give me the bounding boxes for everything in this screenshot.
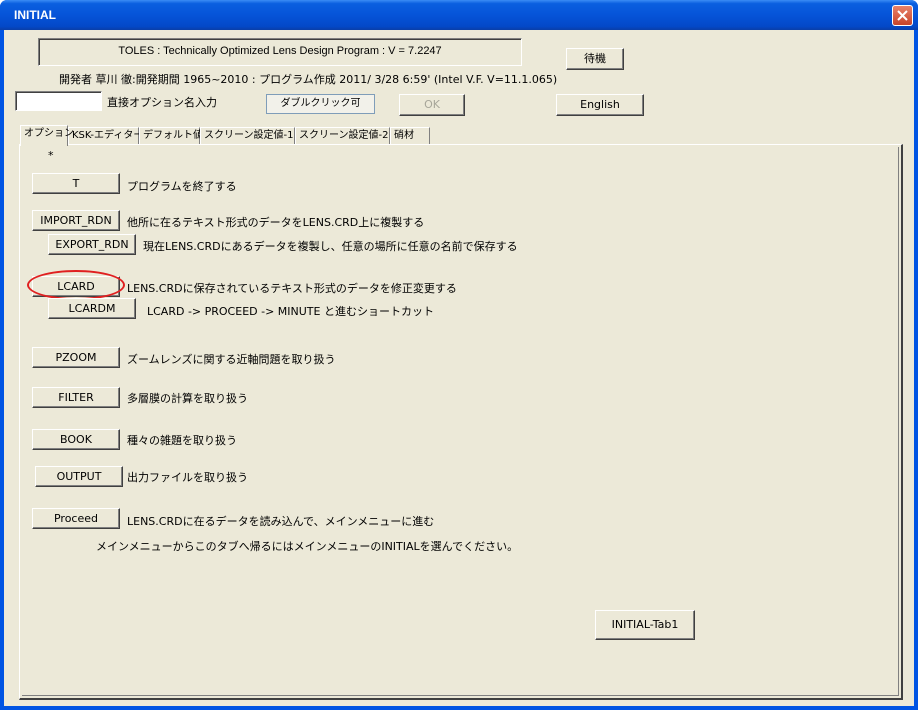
import-rdn-description: 他所に在るテキスト形式のデータをLENS.CRD上に複製する [127,216,425,229]
output-button[interactable]: OUTPUT [35,466,123,487]
book-button[interactable]: BOOK [32,429,120,450]
initial-tab1-button[interactable]: INITIAL-Tab1 [595,610,695,640]
t-description: プログラムを終了する [127,180,237,193]
tab-screen-settings-1[interactable]: スクリーン設定値-1 [200,127,295,145]
window-frame: INITIAL TOLES : Technically Optimized Le… [0,0,918,710]
close-icon [897,10,908,21]
lcardm-button[interactable]: LCARDM [48,298,136,319]
pzoom-description: ズームレンズに関する近軸問題を取り扱う [127,353,336,366]
direct-option-input[interactable] [15,91,102,111]
program-title-box: TOLES : Technically Optimized Lens Desig… [38,38,522,66]
output-description: 出力ファイルを取り扱う [127,471,248,484]
tab-default-values[interactable]: デフォルト値 [139,127,203,145]
window-title: INITIAL [14,8,56,22]
lcard-description: LENS.CRDに保存されているテキスト形式のデータを修正変更する [127,282,457,295]
lcard-highlight-circle [27,270,125,300]
close-button[interactable] [892,5,913,26]
proceed-description: LENS.CRDに在るデータを読み込んで、メインメニューに進む [127,515,435,528]
filter-description: 多層膜の計算を取り扱う [127,392,248,405]
asterisk-marker: * [48,149,54,162]
proceed-button[interactable]: Proceed [32,508,120,529]
import-rdn-button[interactable]: IMPORT_RDN [32,210,120,231]
export-rdn-button[interactable]: EXPORT_RDN [48,234,136,255]
book-description: 種々の雑題を取り扱う [127,434,237,447]
wait-button[interactable]: 待機 [566,48,624,70]
export-rdn-description: 現在LENS.CRDにあるデータを複製し、任意の場所に任意の名前で保存する [143,240,518,253]
client-area: TOLES : Technically Optimized Lens Desig… [4,30,914,706]
ok-button[interactable]: OK [399,94,465,116]
tab-screen-settings-2[interactable]: スクリーン設定値-2 [295,127,390,145]
tab-glass-material[interactable]: 硝材 [390,127,430,145]
options-panel: * T プログラムを終了する IMPORT_RDN 他所に在るテキスト形式のデー… [19,144,903,700]
direct-option-label: 直接オプション名入力 [107,96,217,109]
pzoom-button[interactable]: PZOOM [32,347,120,368]
english-button[interactable]: English [556,94,644,116]
return-note: メインメニューからこのタブへ帰るにはメインメニューのINITIALを選んでくださ… [96,540,519,553]
lcardm-description: LCARD -> PROCEED -> MINUTE と進むショートカット [147,305,434,318]
tab-ksk-editor[interactable]: KSK-エディター [68,127,143,145]
t-button[interactable]: T [32,173,120,194]
tab-options[interactable]: オプション [20,125,74,146]
title-bar[interactable]: INITIAL [0,0,918,30]
filter-button[interactable]: FILTER [32,387,120,408]
program-title: TOLES : Technically Optimized Lens Desig… [118,45,442,57]
developer-info: 開発者 草川 徹:開発期間 1965~2010 : プログラム作成 2011/ … [59,73,558,86]
double-click-button[interactable]: ダブルクリック可 [266,94,375,114]
